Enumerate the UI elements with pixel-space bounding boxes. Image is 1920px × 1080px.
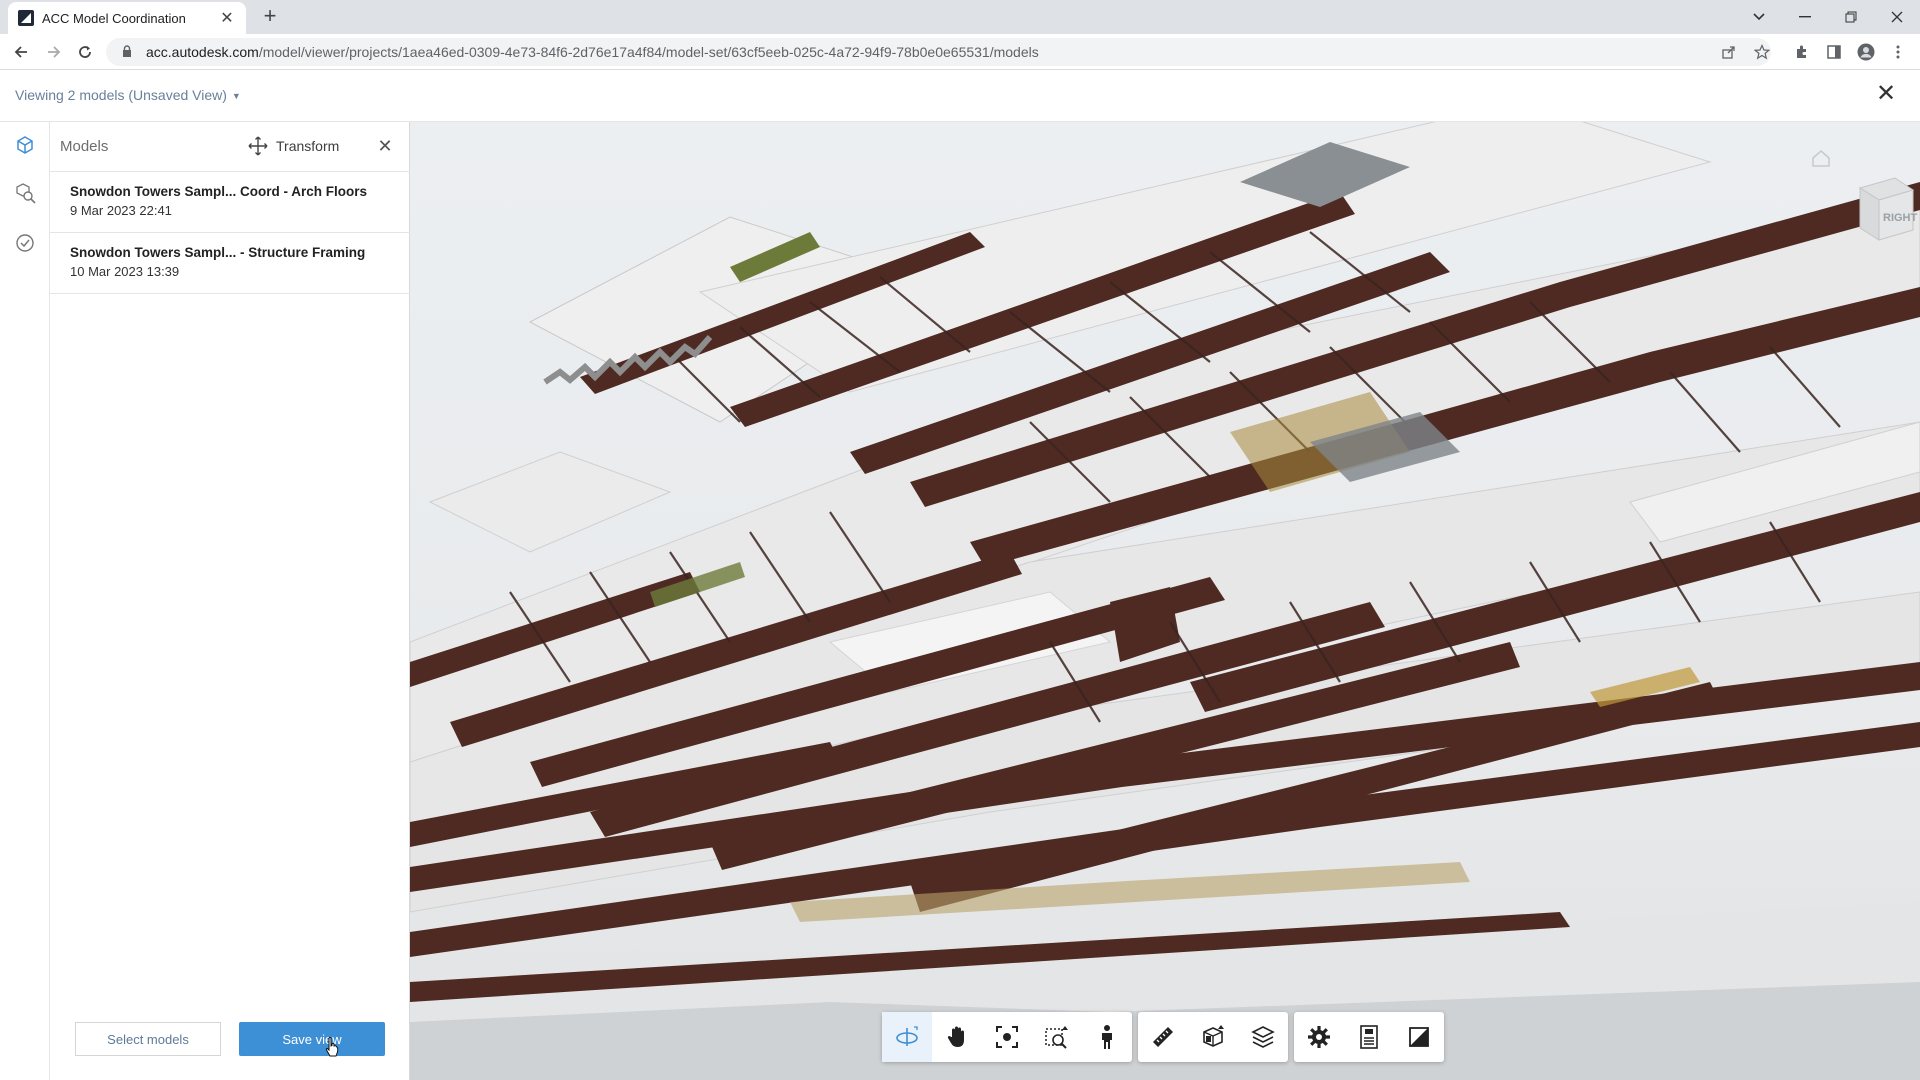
- model-list-item[interactable]: Snowdon Towers Sampl... Coord - Arch Flo…: [50, 172, 410, 233]
- model-date: 9 Mar 2023 22:41: [70, 203, 172, 218]
- reload-icon[interactable]: [73, 40, 97, 64]
- bookmark-star-icon[interactable]: [1752, 42, 1772, 62]
- model-viewer-canvas[interactable]: RIGHT: [410, 122, 1920, 1080]
- autodesk-favicon-icon: [18, 10, 34, 26]
- close-viewer-icon[interactable]: ✕: [1874, 82, 1898, 107]
- view-selector-label: Viewing 2 models (Unsaved View): [15, 87, 227, 103]
- caret-down-icon: ▼: [231, 91, 241, 101]
- settings-icon[interactable]: [1294, 1012, 1344, 1062]
- left-icon-rail: [0, 122, 50, 1080]
- browser-tab[interactable]: ACC Model Coordination ✕: [8, 2, 246, 34]
- profile-avatar-icon[interactable]: [1856, 42, 1876, 62]
- issues-check-icon[interactable]: [12, 230, 38, 256]
- panel-close-icon[interactable]: ✕: [375, 136, 395, 156]
- model-name: Snowdon Towers Sampl... Coord - Arch Flo…: [70, 184, 368, 199]
- properties-icon[interactable]: [1344, 1012, 1394, 1062]
- viewer-toolbar: [882, 1012, 1444, 1062]
- viewcube[interactable]: RIGHT: [1795, 148, 1918, 258]
- pan-icon[interactable]: [932, 1012, 982, 1062]
- hand-cursor-icon: [325, 1037, 339, 1057]
- address-bar[interactable]: acc.autodesk.com/model/viewer/projects/1…: [106, 38, 1771, 66]
- back-arrow-icon[interactable]: [9, 40, 33, 64]
- viewcube-face-label: RIGHT: [1883, 212, 1918, 224]
- transform-button[interactable]: Transform: [248, 134, 339, 158]
- settings-tools-group: [1294, 1012, 1444, 1062]
- transform-label: Transform: [276, 138, 340, 154]
- tab-search-chevron-icon[interactable]: [1736, 0, 1782, 34]
- panel-title: Models: [60, 138, 109, 155]
- model-list-item[interactable]: Snowdon Towers Sampl... - Structure Fram…: [50, 233, 410, 294]
- model-name: Snowdon Towers Sampl... - Structure Fram…: [70, 245, 366, 260]
- lock-icon: [122, 44, 138, 60]
- tab-title: ACC Model Coordination: [42, 10, 186, 26]
- browser-toolbar: acc.autodesk.com/model/viewer/projects/1…: [0, 34, 1920, 70]
- models-panel-header: Models Transform ✕: [50, 122, 410, 172]
- analysis-tools-group: [1138, 1012, 1288, 1062]
- measure-icon[interactable]: [1138, 1012, 1188, 1062]
- fit-to-view-icon[interactable]: [982, 1012, 1032, 1062]
- building-model-render: [410, 122, 1920, 1080]
- share-icon[interactable]: [1719, 42, 1739, 62]
- minimize-icon[interactable]: [1782, 0, 1828, 34]
- select-models-button[interactable]: Select models: [75, 1022, 221, 1056]
- layers-icon[interactable]: [1238, 1012, 1288, 1062]
- app-header: Viewing 2 models (Unsaved View) ▼ ✕: [0, 70, 1920, 122]
- zoom-window-icon[interactable]: [1032, 1012, 1082, 1062]
- forward-arrow-icon[interactable]: [42, 40, 66, 64]
- new-tab-button[interactable]: +: [258, 5, 282, 29]
- clash-search-icon[interactable]: [12, 180, 38, 206]
- window-close-icon[interactable]: [1874, 0, 1920, 34]
- url-path: /model/viewer/projects/1aea46ed-0309-4e7…: [258, 44, 1039, 60]
- save-view-button[interactable]: Save view: [239, 1022, 385, 1056]
- browser-tab-strip: ACC Model Coordination ✕ +: [0, 0, 1920, 34]
- section-icon[interactable]: [1188, 1012, 1238, 1062]
- view-selector[interactable]: Viewing 2 models (Unsaved View) ▼: [15, 87, 241, 103]
- tab-close-icon[interactable]: ✕: [218, 8, 236, 28]
- model-date: 10 Mar 2023 13:39: [70, 264, 180, 279]
- extensions-icon[interactable]: [1792, 42, 1812, 62]
- side-panel-icon[interactable]: [1824, 42, 1844, 62]
- browser-menu-icon[interactable]: [1888, 42, 1908, 62]
- first-person-icon[interactable]: [1082, 1012, 1132, 1062]
- viewcube-home-icon: [1812, 150, 1915, 241]
- orbit-icon[interactable]: [882, 1012, 932, 1062]
- models-panel: Models Transform ✕ Snowdon Towers Sampl.…: [50, 122, 410, 1080]
- restore-icon[interactable]: [1828, 0, 1874, 34]
- models-cube-icon[interactable]: [12, 132, 38, 158]
- url-host: acc.autodesk.com: [146, 44, 259, 60]
- move-arrows-icon: [248, 136, 268, 156]
- fullscreen-icon[interactable]: [1394, 1012, 1444, 1062]
- navigation-tools-group: [882, 1012, 1132, 1062]
